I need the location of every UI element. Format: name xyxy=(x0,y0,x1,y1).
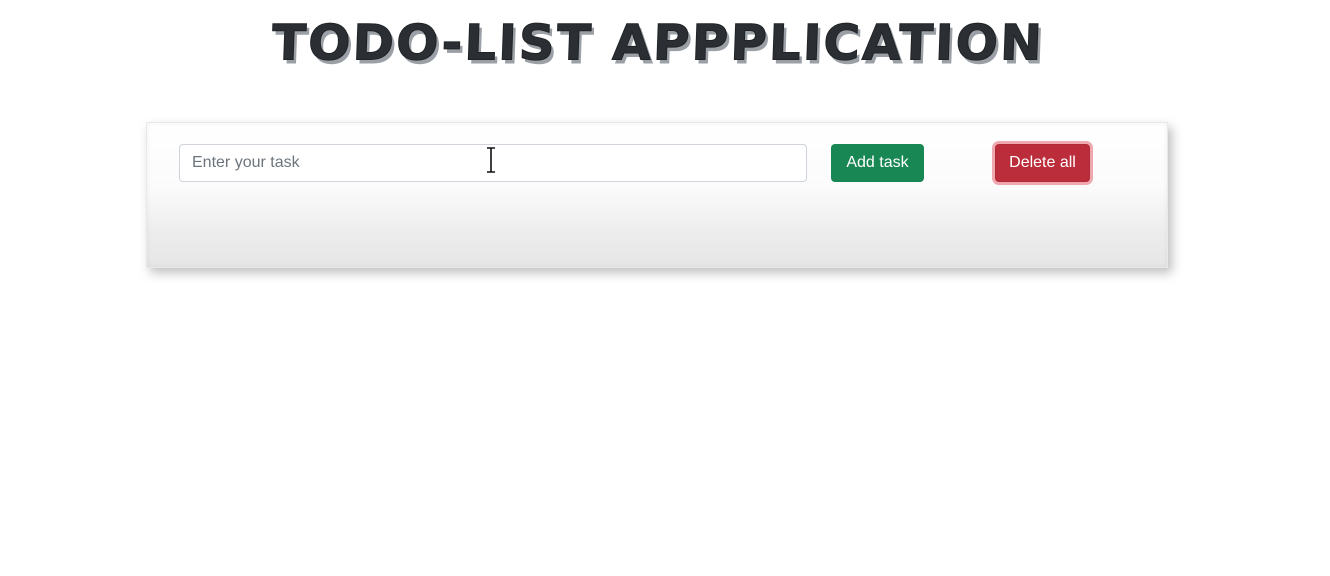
todo-card: Add task Delete all xyxy=(146,122,1168,268)
page: TODO-LIST APPPLICATION Add task Delete a… xyxy=(0,0,1330,576)
add-task-button[interactable]: Add task xyxy=(831,144,924,182)
page-title: TODO-LIST APPPLICATION xyxy=(271,14,1046,72)
task-input[interactable] xyxy=(179,144,807,182)
task-list xyxy=(179,199,1135,249)
delete-all-button[interactable]: Delete all xyxy=(995,144,1090,182)
